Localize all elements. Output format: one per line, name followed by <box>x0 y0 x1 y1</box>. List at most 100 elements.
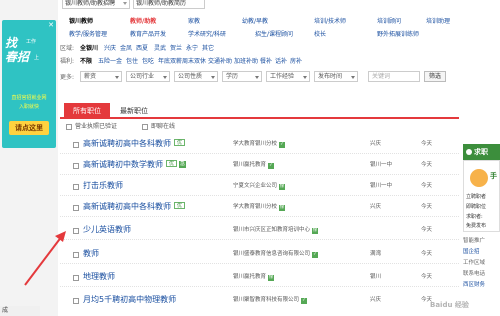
region-item[interactable]: 灵武 <box>154 44 166 54</box>
category-item[interactable]: 教学/服务管理 <box>69 30 107 40</box>
experience-select[interactable]: 工作经验 <box>266 71 310 82</box>
salary-select[interactable]: 薪资 <box>80 71 122 82</box>
online-option[interactable]: 即聊在线 <box>142 122 175 132</box>
region-item[interactable]: 贺兰 <box>170 44 182 54</box>
benefit-item[interactable]: 年底双薪 <box>158 57 182 67</box>
table-row[interactable]: 高新诚聘初高中各科教师优 学大教育银川分校 ✓ 兴庆 今天 <box>60 136 459 154</box>
company-type-select[interactable]: 公司性质 <box>174 71 218 82</box>
job-title-text: 高新诚聘初中数学教师 <box>83 160 163 169</box>
row-checkbox[interactable] <box>73 184 79 190</box>
license-checkbox[interactable] <box>66 123 72 130</box>
category-item[interactable]: 野外拓展训练师 <box>377 30 419 40</box>
license-option[interactable]: 营业执照已验证 <box>66 122 117 132</box>
company-name[interactable]: 银川赢托教育 ✓ <box>233 161 275 170</box>
category-item[interactable]: 招生/课程顾问 <box>255 30 293 40</box>
region-item[interactable]: 金凤 <box>120 44 132 54</box>
job-title[interactable]: 高新诚聘初高中各科教师优 <box>83 202 186 212</box>
table-row[interactable]: 高新诚聘初高中各科教师优 学大教育银川分校保 兴庆 今天 <box>60 199 459 217</box>
table-row[interactable]: 月均5千聘初高中物理教师 银川聚智教育科技有限公司 ✓ 兴庆 今天 <box>60 292 459 310</box>
license-label: 营业执照已验证 <box>75 123 118 130</box>
region-item[interactable]: 兴庆 <box>104 44 116 54</box>
tab-latest-jobs[interactable]: 最新职位 <box>114 103 154 119</box>
education-select[interactable]: 学历 <box>222 71 262 82</box>
company-name[interactable]: 银川聚智教育科技有限公司 ✓ <box>233 296 308 305</box>
more-filter: 更多: 薪资 公司行业 公司性质 学历 工作经验 发布时间 关键词 筛选 <box>60 71 459 82</box>
category-item[interactable]: 银川教师 <box>69 17 93 27</box>
table-row[interactable]: 地理教师 银川赢托教育保 银川 今天 <box>60 269 459 287</box>
row-checkbox[interactable] <box>73 142 79 148</box>
category-item[interactable]: 校长 <box>314 30 326 40</box>
benefit-item[interactable]: 话补 <box>275 57 287 67</box>
company-name[interactable]: 宁夏文兴企业公司保 <box>233 182 286 191</box>
filter-button[interactable]: 筛选 <box>424 71 446 82</box>
row-checkbox[interactable] <box>73 298 79 304</box>
category-item[interactable]: 培训/技术师 <box>314 17 346 27</box>
row-checkbox[interactable] <box>73 205 79 211</box>
table-row[interactable]: 高新诚聘初中数学教师优急 银川赢托教育 ✓ 银川一中 今天 <box>60 157 459 175</box>
table-row[interactable]: 打击乐教师 宁夏文兴企业公司保 银川一中 今天 <box>60 178 459 196</box>
job-title[interactable]: 月均5千聘初高中物理教师 <box>83 295 176 305</box>
benefit-item[interactable]: 房补 <box>290 57 302 67</box>
category-item[interactable]: 家教 <box>188 17 200 27</box>
promo-link[interactable]: 西区财务 <box>463 282 485 288</box>
company-name[interactable]: 银川赢托教育保 <box>233 273 275 282</box>
tab-recruit[interactable]: 银川教师/助教招聘 <box>62 0 130 9</box>
ad-close-icon[interactable]: ✕ <box>48 21 54 29</box>
benefit-item[interactable]: 包住 <box>126 57 138 67</box>
row-checkbox[interactable] <box>73 163 79 169</box>
company-name-text: 银川赢托教育 <box>233 162 267 168</box>
industry-select[interactable]: 公司行业 <box>126 71 170 82</box>
promo-link[interactable]: 国企招 <box>463 249 480 255</box>
post-time-select[interactable]: 发布时间 <box>314 71 358 82</box>
company-name[interactable]: 银川市兴庆区正知教育培训中心保 <box>233 226 319 235</box>
category-item[interactable]: 幼教/早教 <box>242 17 268 27</box>
benefit-item[interactable]: 不限 <box>80 57 92 67</box>
region-item[interactable]: 其它 <box>202 44 214 54</box>
benefit-item[interactable]: 交通补助 <box>208 57 232 67</box>
job-title[interactable]: 地理教师 <box>83 272 115 282</box>
benefit-item[interactable]: 加班补助 <box>234 57 258 67</box>
job-seek-header[interactable]: 求职 <box>463 144 500 160</box>
job-title[interactable]: 少儿英语教师 <box>83 225 131 235</box>
right-panel: 求职 手 立聘职者 即聘职位 求职者: 免费发布 智能推广 国企招 工作区域 联… <box>459 0 500 316</box>
tab-resume[interactable]: 银川教师/助教简历 <box>133 0 205 9</box>
region-item[interactable]: 西夏 <box>136 44 148 54</box>
company-name[interactable]: 学大教育银川分校保 <box>233 203 286 212</box>
job-title[interactable]: 高新诚聘初中数学教师优急 <box>83 160 187 170</box>
benefit-item[interactable]: 包吃 <box>142 57 154 67</box>
job-title-text: 教师 <box>83 249 99 258</box>
keyword-input[interactable]: 关键词 <box>368 71 420 82</box>
job-tabs: 所有职位 最新职位 <box>60 103 459 119</box>
region-item[interactable]: 永宁 <box>186 44 198 54</box>
chevron-down-icon <box>163 76 167 79</box>
row-checkbox[interactable] <box>73 275 79 281</box>
quality-badge: 优 <box>174 202 186 209</box>
benefit-item[interactable]: 五险一金 <box>98 57 122 67</box>
table-row[interactable]: 少儿英语教师 银川市兴庆区正知教育培训中心保 今天 <box>60 222 459 240</box>
table-row[interactable]: 教师 银川盛泰教育信息咨询有限公司 ✓ 满湾 今天 <box>60 246 459 264</box>
job-title[interactable]: 教师 <box>83 249 99 259</box>
verified-icon: ✓ <box>279 142 286 148</box>
row-checkbox[interactable] <box>73 228 79 234</box>
company-name[interactable]: 学大教育银川分校 ✓ <box>233 140 286 149</box>
job-title[interactable]: 高新诚聘初高中各科教师优 <box>83 139 186 149</box>
benefit-item[interactable]: 餐补 <box>260 57 272 67</box>
job-title[interactable]: 打击乐教师 <box>83 181 123 191</box>
category-item[interactable]: 培训助理 <box>426 17 450 27</box>
ad-box[interactable]: ✕ 找 春招 工作 上 直招官招就业网 入职就快 请点这里 <box>2 20 56 148</box>
benefit-item[interactable]: 周末双休 <box>182 57 206 67</box>
tab-all-jobs[interactable]: 所有职位 <box>64 103 110 119</box>
category-item[interactable]: 学术研究/科研 <box>188 30 226 40</box>
ad-small-2: 上 <box>34 55 40 61</box>
guarantee-badge: 保 <box>268 275 275 281</box>
region-item[interactable]: 全银川 <box>80 44 98 54</box>
company-name[interactable]: 银川盛泰教育信息咨询有限公司 ✓ <box>233 250 319 259</box>
job-seek-card[interactable]: 手 立聘职者 即聘职位 求职者: 免费发布 <box>463 160 500 232</box>
online-checkbox[interactable] <box>142 123 148 130</box>
category-item[interactable]: 教育产品开发 <box>130 30 166 40</box>
ad-cta-button[interactable]: 请点这里 <box>9 121 49 135</box>
category-item[interactable]: 教师/助教 <box>130 17 156 27</box>
row-checkbox[interactable] <box>73 252 79 258</box>
status-bar: 成 <box>0 306 40 316</box>
category-item[interactable]: 培训顾问 <box>377 17 401 27</box>
